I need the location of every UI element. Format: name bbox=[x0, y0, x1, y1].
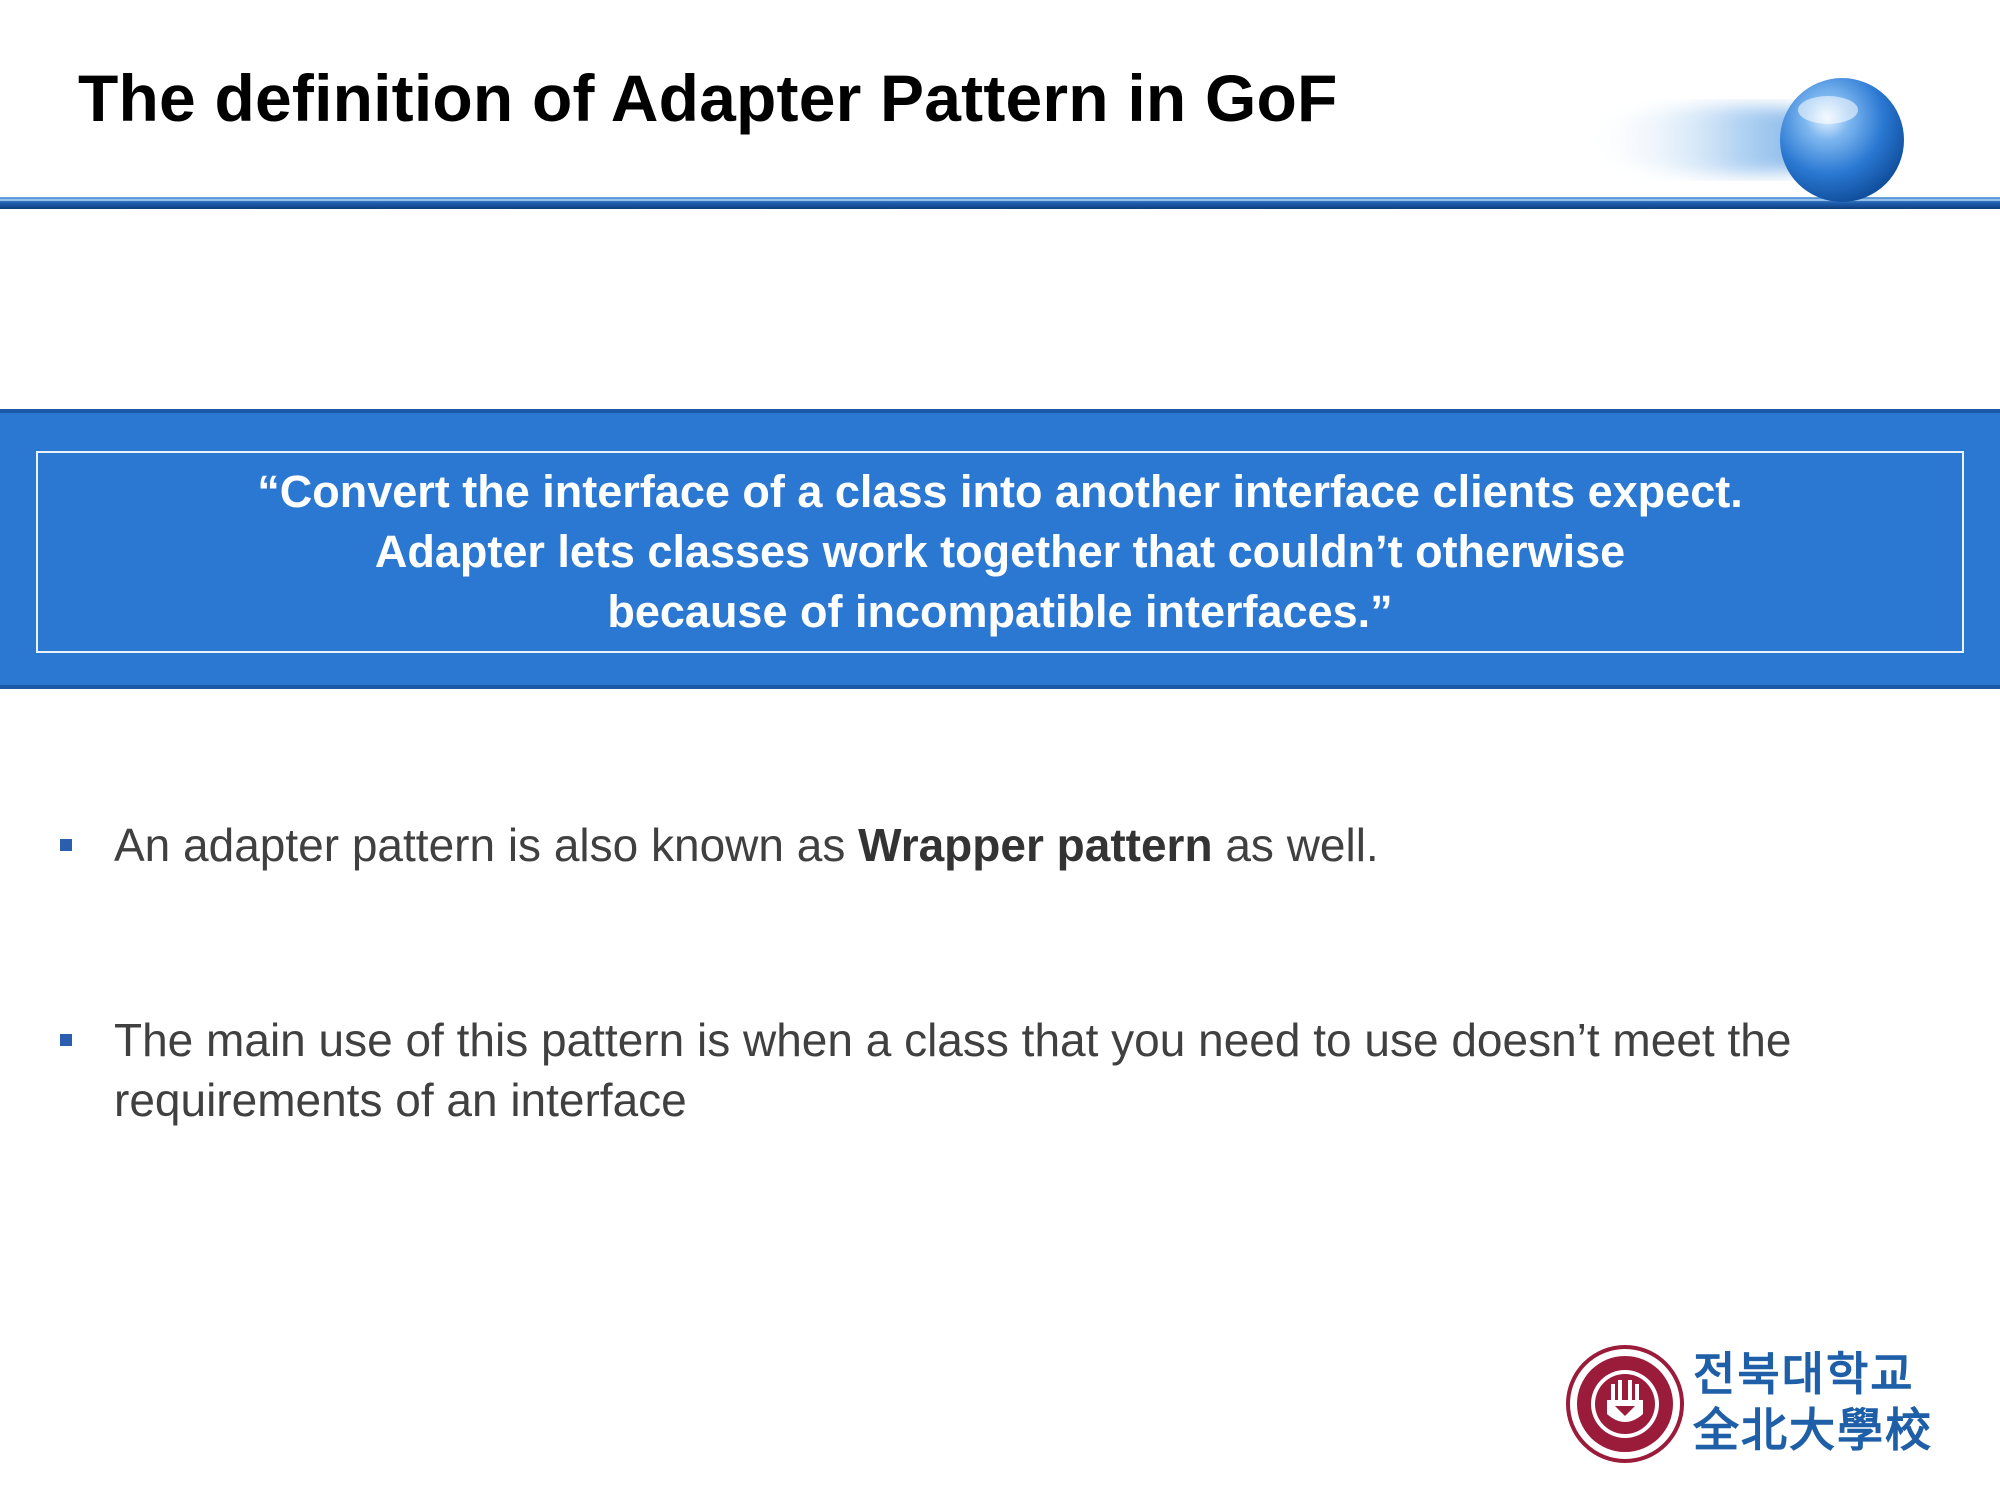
bullet-2-line-1: The main use of this pattern is when a c… bbox=[114, 1014, 1792, 1066]
bullet-item-1: An adapter pattern is also known as Wrap… bbox=[60, 815, 1960, 875]
definition-quote-band: “Convert the interface of a class into a… bbox=[0, 409, 2000, 689]
slide: The definition of Adapter Pattern in GoF bbox=[0, 0, 2000, 1500]
definition-quote-box: “Convert the interface of a class into a… bbox=[36, 451, 1964, 653]
bullet-item-2: The main use of this pattern is when a c… bbox=[60, 1010, 1960, 1130]
university-logo: 전북대학교 全北大學校 bbox=[1565, 1340, 1965, 1470]
bullet-text-1: An adapter pattern is also known as Wrap… bbox=[114, 815, 1994, 875]
university-name-hanja: 全北大學校 bbox=[1693, 1404, 1933, 1456]
quote-line-1: “Convert the interface of a class into a… bbox=[257, 466, 1743, 517]
quote-line-2: Adapter lets classes work together that … bbox=[374, 526, 1626, 577]
university-name-korean: 전북대학교 bbox=[1693, 1348, 1915, 1400]
bullet-1-text-after: as well. bbox=[1212, 819, 1379, 871]
quote-line-3: because of incompatible interfaces.” bbox=[607, 586, 1393, 637]
university-seal-icon bbox=[1566, 1345, 1684, 1463]
orb-decoration-icon bbox=[1580, 78, 1904, 202]
bullet-marker-icon bbox=[60, 839, 72, 851]
bullet-1-bold-term: Wrapper pattern bbox=[858, 819, 1213, 871]
university-name: 전북대학교 全北大學校 bbox=[1693, 1346, 1933, 1458]
bullet-1-text-before: An adapter pattern is also known as bbox=[114, 819, 859, 871]
bullet-2-line-2: requirements of an interface bbox=[114, 1074, 687, 1126]
slide-title: The definition of Adapter Pattern in GoF bbox=[78, 61, 1338, 135]
bullet-marker-icon bbox=[60, 1034, 72, 1046]
bullet-text-2: The main use of this pattern is when a c… bbox=[114, 1010, 1994, 1130]
